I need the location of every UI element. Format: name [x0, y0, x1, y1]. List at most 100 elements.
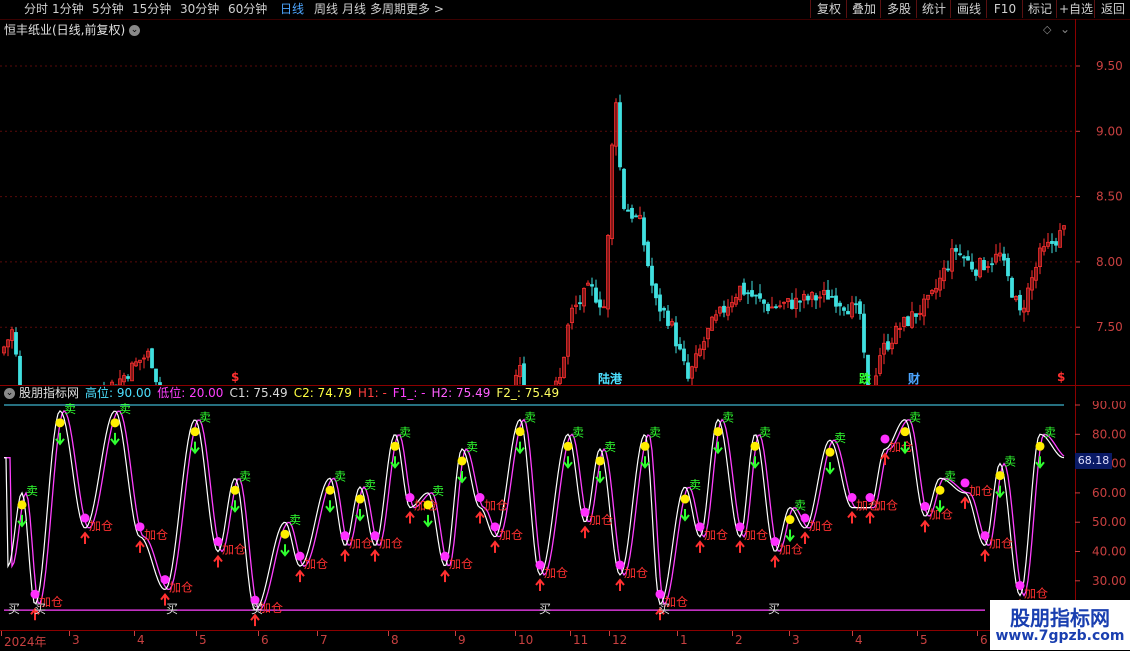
candle-body: [886, 341, 890, 350]
indicator-menu-icon[interactable]: ⌄: [4, 388, 15, 399]
candle-body: [830, 296, 834, 298]
add-position-label: 加仓: [889, 440, 913, 454]
date-tick: [134, 631, 135, 636]
high-price-label: 9.89: [628, 19, 653, 22]
period-tab-4[interactable]: 30分钟: [180, 1, 219, 18]
sell-label: 卖: [399, 425, 411, 439]
sell-label: 卖: [289, 513, 301, 527]
indicator-param: H2: 75.49: [431, 386, 491, 400]
toolbar-button-2[interactable]: 多股: [880, 0, 917, 18]
candlestick-chart[interactable]: 9.509.008.508.007.507.006.506.005.505.00…: [0, 19, 1130, 385]
event-badge-0[interactable]: $: [230, 370, 240, 384]
period-tab-6[interactable]: 日线: [280, 1, 304, 18]
add-position-label: 加仓: [989, 537, 1013, 551]
sell-label: 卖: [722, 411, 734, 425]
event-badge-1[interactable]: 陆港: [597, 370, 623, 387]
watermark-url: www.7gpzb.com: [995, 628, 1125, 644]
toolbar-button-5[interactable]: F10: [986, 0, 1023, 18]
price-axis-label: 7.50: [1096, 320, 1123, 334]
indicator-param: 低位: 20.00: [157, 386, 224, 400]
candle-body: [806, 295, 810, 301]
oscillator-chart[interactable]: 90.0080.0070.0060.0050.0040.0030.00卖加仓卖加…: [0, 401, 1130, 630]
date-tick: [977, 631, 978, 636]
buy-label: 买: [539, 602, 551, 616]
toolbar-button-4[interactable]: 画线: [950, 0, 987, 18]
add-position-label: 加仓: [969, 484, 993, 498]
date-tick: [317, 631, 318, 636]
sell-label: 卖: [834, 431, 846, 445]
toolbar-button-6[interactable]: 标记: [1022, 0, 1057, 18]
toolbar-button-1[interactable]: 叠加: [846, 0, 881, 18]
candle-body: [626, 209, 630, 212]
indicator-param: C2: 74.79: [293, 386, 352, 400]
toolbar-button-7[interactable]: +自选: [1056, 0, 1095, 18]
period-tab-5[interactable]: 60分钟: [228, 1, 267, 18]
period-tab-9[interactable]: 多周期: [370, 1, 406, 18]
sell-label: 卖: [199, 411, 211, 425]
sell-label: 卖: [119, 402, 131, 416]
sell-dot: [280, 529, 290, 539]
period-tab-1[interactable]: 1分钟: [52, 1, 84, 18]
event-badge-4[interactable]: $: [1056, 370, 1066, 384]
add-arrow: [615, 578, 625, 591]
toolbar-button-0[interactable]: 复权: [810, 0, 847, 18]
period-tab-3[interactable]: 15分钟: [132, 1, 171, 18]
sell-label: 卖: [524, 411, 536, 425]
sell-label: 卖: [604, 440, 616, 454]
candle-body: [966, 256, 970, 261]
date-label: 2024年: [4, 635, 47, 649]
add-arrow: [695, 540, 705, 553]
sell-label: 卖: [64, 402, 76, 416]
period-tab-7[interactable]: 周线: [314, 1, 338, 18]
candle-body: [630, 207, 634, 219]
candle-body: [1002, 253, 1006, 261]
sell-label: 卖: [1004, 455, 1016, 469]
sell-arrow: [563, 456, 573, 469]
candle-body: [914, 313, 918, 317]
add-position-label: 加仓: [1024, 586, 1048, 600]
date-label: 4: [137, 633, 145, 647]
candle-body: [650, 265, 654, 286]
candle-body: [522, 363, 526, 385]
add-position-label: 加仓: [349, 537, 373, 551]
sell-dot: [457, 456, 467, 466]
candle-body: [646, 241, 650, 267]
event-badge-2[interactable]: 跌: [858, 370, 872, 387]
add-position-label: 加仓: [169, 581, 193, 595]
event-badge-3[interactable]: 财: [907, 370, 921, 387]
candle-body: [590, 284, 594, 287]
buy-label: 买: [658, 602, 670, 616]
candle-body: [750, 290, 754, 297]
sell-label: 卖: [26, 484, 38, 498]
sell-dot: [995, 471, 1005, 481]
current-value-tag: 68.18: [1075, 453, 1112, 469]
add-arrow: [920, 519, 930, 533]
date-label: 6: [261, 633, 269, 647]
period-tab-10[interactable]: 更多 >: [406, 1, 444, 18]
add-arrow: [980, 549, 990, 562]
candle-body: [1050, 241, 1054, 244]
indicator-param: C1: 75.49: [229, 386, 288, 400]
candle-body: [618, 102, 622, 168]
toolbar-button-8[interactable]: 返回: [1094, 0, 1130, 18]
sell-dot: [785, 515, 795, 525]
sell-dot: [900, 427, 910, 437]
add-arrow: [135, 540, 145, 553]
add-position-label: 加仓: [589, 513, 613, 527]
date-label: 9: [458, 633, 466, 647]
toolbar-button-3[interactable]: 统计: [916, 0, 951, 18]
period-tab-0[interactable]: 分时: [24, 1, 48, 18]
sell-arrow: [280, 544, 290, 557]
candle-body: [18, 355, 22, 385]
period-tab-2[interactable]: 5分钟: [92, 1, 124, 18]
sell-arrow: [750, 456, 760, 469]
candle-body: [1018, 294, 1022, 311]
add-position-label: 加仓: [809, 519, 833, 533]
period-tab-8[interactable]: 月线: [342, 1, 366, 18]
date-axis: 2024年 3 4 5 6 7 8 9 10 11 12 1 2 3 4 5 6: [0, 630, 1075, 651]
buy-label: 买: [251, 602, 263, 616]
candle-body: [834, 295, 838, 307]
candle-body: [642, 217, 646, 246]
candle-body: [846, 311, 850, 315]
date-tick: [258, 631, 259, 636]
